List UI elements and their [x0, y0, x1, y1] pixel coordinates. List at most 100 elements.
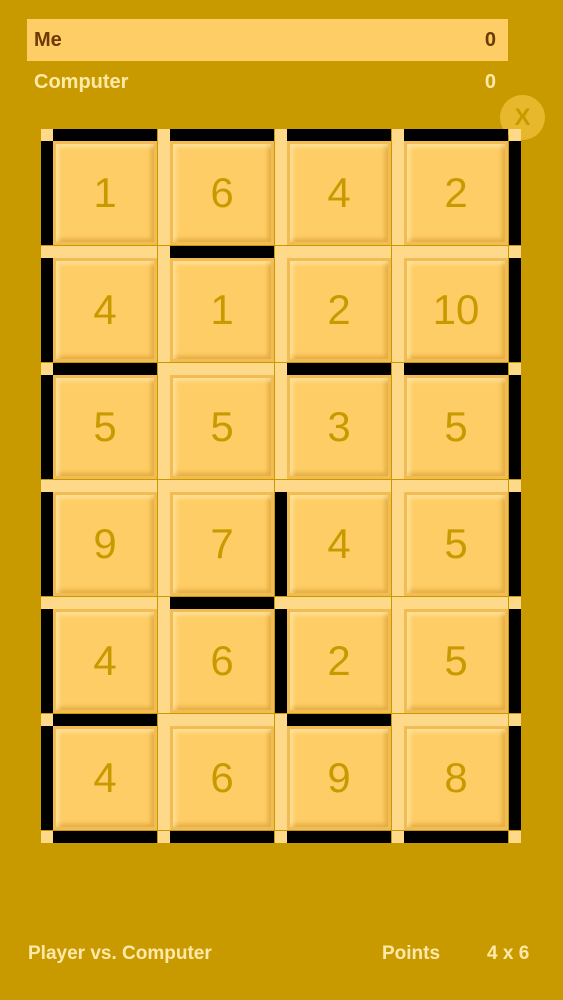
cell-value: 9	[327, 754, 351, 801]
empty-line[interactable]	[53, 480, 157, 492]
cell-value: 5	[444, 637, 468, 684]
game-board: 1 6 4 2 4 1 2 10 5 5 3 5 9 7 4 5 4 6 2 5 4 6 9 8	[0, 0, 563, 920]
cell-value: 3	[327, 403, 351, 450]
cell-value: 6	[210, 637, 234, 684]
player-score: 0	[484, 70, 496, 93]
board-cell: 1	[170, 258, 274, 362]
empty-line[interactable]	[53, 246, 157, 258]
drawn-line	[53, 363, 157, 375]
drawn-line	[275, 492, 287, 596]
grid-dot	[41, 246, 53, 258]
drawn-line	[41, 141, 53, 245]
empty-line[interactable]	[287, 597, 391, 609]
grid-dot	[41, 129, 53, 141]
empty-line[interactable]	[170, 480, 274, 492]
scoring-mode-label[interactable]: Points	[382, 938, 440, 970]
drawn-line	[287, 831, 391, 843]
grid-dot	[275, 480, 287, 492]
empty-line[interactable]	[392, 492, 404, 596]
board-size-label[interactable]: 4 x 6	[487, 938, 529, 970]
cell-value: 9	[93, 520, 117, 567]
drawn-line	[275, 609, 287, 713]
grid-dot	[509, 246, 521, 258]
cell-value: 7	[210, 520, 234, 567]
board-cell: 5	[53, 375, 157, 479]
board-cell: 6	[170, 141, 274, 245]
grid-dot	[158, 363, 170, 375]
empty-line[interactable]	[287, 246, 391, 258]
cell-value: 5	[93, 403, 117, 450]
grid-dot	[41, 831, 53, 843]
board-cell: 6	[170, 609, 274, 713]
cell-value: 8	[444, 754, 468, 801]
empty-line[interactable]	[275, 726, 287, 830]
grid-dot	[392, 246, 404, 258]
empty-line[interactable]	[404, 597, 508, 609]
cell-value: 5	[444, 403, 468, 450]
empty-line[interactable]	[170, 714, 274, 726]
game-mode-label[interactable]: Player vs. Computer	[28, 938, 212, 970]
drawn-line	[509, 492, 521, 596]
empty-line[interactable]	[404, 246, 508, 258]
board-cell: 10	[404, 258, 508, 362]
grid-dot	[41, 714, 53, 726]
empty-line[interactable]	[392, 375, 404, 479]
board-cell: 2	[404, 141, 508, 245]
cell-value: 6	[210, 754, 234, 801]
grid-dot	[509, 831, 521, 843]
drawn-line	[509, 375, 521, 479]
empty-line[interactable]	[158, 492, 170, 596]
grid-dot	[509, 714, 521, 726]
board-cell: 4	[53, 609, 157, 713]
grid-dot	[392, 831, 404, 843]
board-cell: 9	[287, 726, 391, 830]
close-icon: X	[514, 103, 531, 131]
board-cell: 5	[170, 375, 274, 479]
empty-line[interactable]	[392, 258, 404, 362]
grid-dot	[275, 831, 287, 843]
board-cell: 9	[53, 492, 157, 596]
empty-line[interactable]	[287, 480, 391, 492]
cell-value: 1	[210, 286, 234, 333]
empty-line[interactable]	[392, 141, 404, 245]
empty-line[interactable]	[158, 609, 170, 713]
empty-line[interactable]	[392, 726, 404, 830]
grid-dot	[509, 597, 521, 609]
empty-line[interactable]	[158, 141, 170, 245]
board-cell: 4	[287, 492, 391, 596]
grid-dot	[158, 129, 170, 141]
empty-line[interactable]	[392, 609, 404, 713]
empty-line[interactable]	[158, 726, 170, 830]
grid-dot	[41, 363, 53, 375]
cell-value: 4	[327, 520, 351, 567]
cell-value: 10	[432, 286, 480, 333]
drawn-line	[170, 597, 274, 609]
drawn-line	[287, 363, 391, 375]
empty-line[interactable]	[158, 375, 170, 479]
empty-line[interactable]	[275, 141, 287, 245]
empty-line[interactable]	[170, 363, 274, 375]
empty-line[interactable]	[275, 375, 287, 479]
player-name: Computer	[34, 70, 129, 93]
drawn-line	[53, 831, 157, 843]
drawn-line	[509, 258, 521, 362]
empty-line[interactable]	[404, 480, 508, 492]
cell-value: 4	[93, 754, 117, 801]
board-cell: 5	[404, 492, 508, 596]
drawn-line	[41, 726, 53, 830]
grid-dot	[41, 480, 53, 492]
player-score-me: Me 0	[27, 19, 508, 61]
board-cell: 6	[170, 726, 274, 830]
drawn-line	[509, 141, 521, 245]
board-cell: 2	[287, 258, 391, 362]
empty-line[interactable]	[53, 597, 157, 609]
empty-line[interactable]	[404, 714, 508, 726]
drawn-line	[170, 831, 274, 843]
empty-line[interactable]	[275, 258, 287, 362]
board-cell: 8	[404, 726, 508, 830]
cell-value: 6	[210, 169, 234, 216]
cell-value: 1	[93, 169, 117, 216]
grid-dot	[509, 363, 521, 375]
empty-line[interactable]	[158, 258, 170, 362]
cell-value: 4	[93, 286, 117, 333]
